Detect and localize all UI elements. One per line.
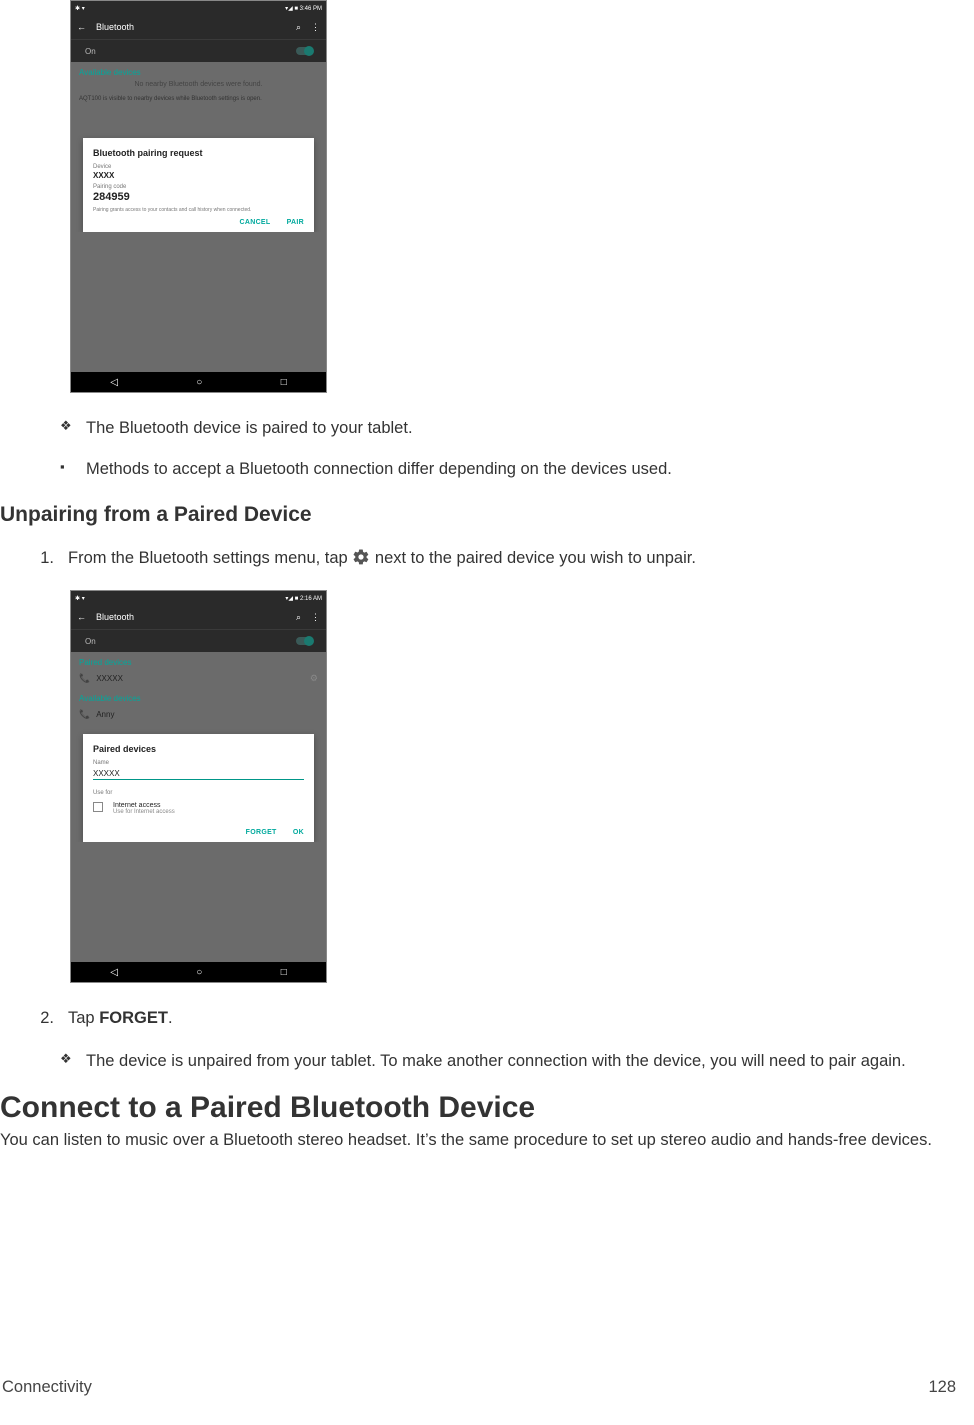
back-icon: ← (77, 612, 86, 622)
nav-recent-icon: □ (281, 377, 287, 388)
app-bar: ← Bluetooth ⌕ ⋮ (71, 605, 326, 629)
step-2: 2. Tap FORGET. (34, 1007, 962, 1030)
internet-access-title: Internet access (113, 802, 175, 809)
nav-bar: ◁ ○ □ (71, 962, 326, 982)
connect-heading: Connect to a Paired Bluetooth Device (0, 1091, 962, 1125)
step-2-text: Tap FORGET. (68, 1007, 173, 1030)
diamond-bullet-icon: ❖ (60, 417, 72, 440)
step-number: 2. (34, 1007, 54, 1030)
toggle-label: On (85, 637, 96, 646)
result-bullet-unpaired: ❖ The device is unpaired from your table… (60, 1050, 962, 1073)
no-devices-msg: No nearby Bluetooth devices were found. (71, 79, 326, 92)
result-text: The Bluetooth device is paired to your t… (86, 417, 413, 440)
nav-bar: ◁ ○ □ (71, 372, 326, 392)
cancel-button: CANCEL (240, 219, 271, 226)
diamond-bullet-icon: ❖ (60, 1050, 72, 1073)
screenshot-paired-device-dialog: ✱ ▾ ▾◢ ■ 2:16 AM ← Bluetooth ⌕ ⋮ On Pair… (70, 590, 327, 983)
nav-recent-icon: □ (281, 967, 287, 978)
toggle-label: On (85, 47, 96, 56)
device-value: XXXX (93, 171, 304, 180)
step-number: 1. (34, 547, 54, 570)
app-bar: ← Bluetooth ⌕ ⋮ (71, 15, 326, 39)
toggle-switch-icon (296, 637, 312, 645)
paired-device-row: 📞 XXXXX ⚙ (71, 669, 326, 688)
nav-back-icon: ◁ (110, 967, 118, 978)
name-input: XXXXX (93, 768, 304, 780)
app-title: Bluetooth (96, 22, 134, 32)
nav-home-icon: ○ (196, 967, 202, 978)
visibility-note: AQT100 is visible to nearby devices whil… (71, 92, 326, 108)
name-label: Name (93, 760, 304, 766)
available-devices-label: Available devices (71, 62, 326, 79)
available-device-name: Anny (96, 710, 114, 719)
paired-devices-label: Paired devices (71, 652, 326, 669)
pair-button: PAIR (287, 219, 304, 226)
connect-paragraph: You can listen to music over a Bluetooth… (0, 1129, 962, 1153)
available-device-row: 📞 Anny (71, 705, 326, 724)
overflow-icon: ⋮ (311, 612, 320, 623)
checkbox-icon (93, 802, 103, 812)
back-icon: ← (77, 22, 86, 32)
ok-button: OK (293, 829, 304, 836)
forget-button: FORGET (246, 829, 277, 836)
available-devices-label: Available devices (71, 688, 326, 705)
step-1-text: From the Bluetooth settings menu, tap ne… (68, 547, 696, 570)
gear-icon: ⚙ (310, 673, 318, 684)
gear-icon (352, 548, 370, 566)
screenshot-pairing-request: ✱ ▾ ▾◢ ■ 3:46 PM ← Bluetooth ⌕ ⋮ On Avai… (70, 0, 327, 393)
status-bar: ✱ ▾ ▾◢ ■ 3:46 PM (71, 1, 326, 15)
pairing-dialog: Bluetooth pairing request Device XXXX Pa… (83, 138, 314, 232)
result-bullet-paired: ❖ The Bluetooth device is paired to your… (60, 417, 962, 440)
paired-device-dialog: Paired devices Name XXXXX Use for Intern… (83, 734, 314, 842)
use-for-label: Use for (93, 790, 304, 796)
square-bullet-icon: ▪ (60, 458, 72, 481)
internet-access-sub: Use for Internet access (113, 809, 175, 815)
device-label: Device (93, 164, 304, 170)
pairing-note: Pairing grants access to your contacts a… (93, 207, 304, 213)
page-footer: Connectivity 128 (0, 1378, 962, 1397)
nav-home-icon: ○ (196, 377, 202, 388)
note-text: Methods to accept a Bluetooth connection… (86, 458, 672, 481)
footer-page: 128 (928, 1378, 956, 1397)
unpairing-heading: Unpairing from a Paired Device (0, 503, 962, 527)
phone-icon: 📞 (79, 709, 90, 720)
bluetooth-toggle-row: On (71, 629, 326, 652)
paired-device-name: XXXXX (96, 674, 123, 683)
search-icon: ⌕ (296, 22, 301, 33)
overflow-icon: ⋮ (311, 22, 320, 33)
note-bullet-methods: ▪ Methods to accept a Bluetooth connecti… (60, 458, 962, 481)
step-1: 1. From the Bluetooth settings menu, tap… (34, 547, 962, 570)
code-value: 284959 (93, 191, 304, 203)
dialog-title: Bluetooth pairing request (93, 148, 304, 158)
status-bar: ✱ ▾ ▾◢ ■ 2:16 AM (71, 591, 326, 605)
status-time: ▾◢ ■ 2:16 AM (285, 595, 322, 602)
nav-back-icon: ◁ (110, 377, 118, 388)
result-text: The device is unpaired from your tablet.… (86, 1050, 906, 1073)
status-icons-left: ✱ ▾ (75, 5, 85, 12)
phone-icon: 📞 (79, 673, 90, 684)
dialog-title: Paired devices (93, 744, 304, 754)
footer-section: Connectivity (2, 1378, 92, 1397)
search-icon: ⌕ (296, 612, 301, 623)
code-label: Pairing code (93, 184, 304, 190)
status-time: ▾◢ ■ 3:46 PM (285, 5, 322, 12)
toggle-switch-icon (296, 47, 312, 55)
app-title: Bluetooth (96, 612, 134, 622)
status-icons-left: ✱ ▾ (75, 595, 85, 602)
bluetooth-toggle-row: On (71, 39, 326, 62)
